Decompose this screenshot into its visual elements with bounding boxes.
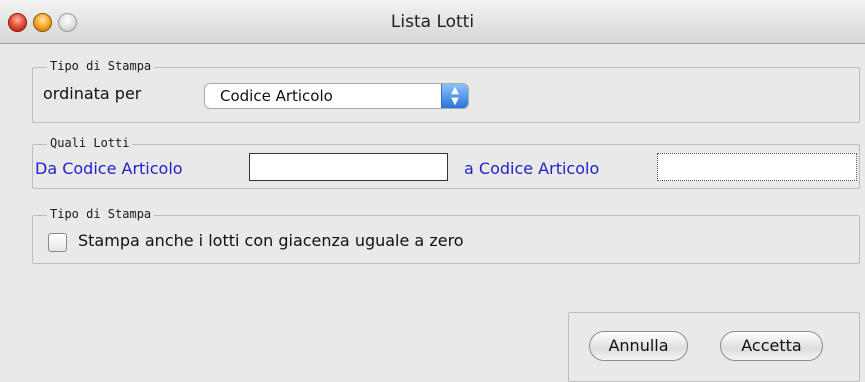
options-group: Tipo di Stampa Stampa anche i lotti con … — [32, 207, 860, 264]
select-arrows-icon: ▲ ▼ — [441, 84, 468, 108]
options-group-legend: Tipo di Stampa — [47, 207, 155, 221]
zero-stock-checkbox-label: Stampa anche i lotti con giacenza uguale… — [78, 231, 464, 250]
order-by-select-value: Codice Articolo — [220, 87, 333, 105]
zero-stock-checkbox[interactable] — [48, 233, 67, 252]
title-bar: Lista Lotti — [0, 0, 865, 44]
ordering-label: ordinata per — [43, 84, 142, 103]
window-title: Lista Lotti — [390, 12, 475, 32]
order-by-select[interactable]: Codice Articolo ▲ ▼ — [204, 83, 469, 109]
button-panel: Annulla Accetta — [568, 312, 860, 382]
from-code-label: Da Codice Articolo — [35, 159, 183, 178]
ordering-group: Tipo di Stampa ordinata per Codice Artic… — [32, 59, 860, 123]
accept-button[interactable]: Accetta — [720, 331, 823, 361]
ordering-group-legend: Tipo di Stampa — [47, 59, 155, 73]
dialog-content: Tipo di Stampa ordinata per Codice Artic… — [0, 44, 865, 382]
from-code-input[interactable] — [249, 153, 448, 181]
range-group-legend: Quali Lotti — [47, 136, 133, 150]
cancel-button[interactable]: Annulla — [589, 331, 688, 361]
to-code-input[interactable] — [657, 153, 857, 181]
range-group: Quali Lotti Da Codice Articolo a Codice … — [32, 136, 860, 189]
to-code-label: a Codice Articolo — [464, 159, 600, 178]
